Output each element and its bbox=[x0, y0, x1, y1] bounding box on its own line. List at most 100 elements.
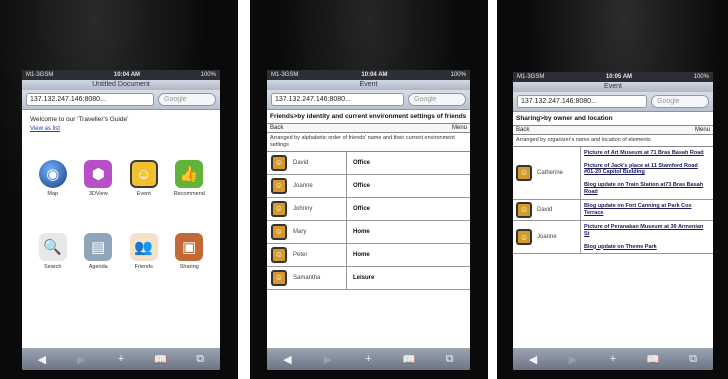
menu-link[interactable]: Menu bbox=[452, 125, 467, 131]
owner-group: ☺ Joanne Picture of Peranakan Museum at … bbox=[513, 220, 713, 255]
battery-label: 100% bbox=[200, 72, 216, 78]
phone-photo-sharing: M1-3GSM 10:05 AM 100% Event 137.132.247.… bbox=[497, 0, 728, 379]
url-field[interactable]: 137.132.247.146:8080... bbox=[26, 93, 154, 106]
add-icon[interactable]: + bbox=[603, 353, 623, 365]
sharing-icon: ▣ bbox=[175, 233, 204, 261]
menu-link[interactable]: Menu bbox=[695, 127, 710, 133]
friend-name: Samantha bbox=[287, 266, 347, 289]
app-grid: ◉ Map ⬢ 3DView ☺ Event 👍 Recommend 🔍 Sea… bbox=[30, 160, 212, 270]
clock: 10:04 AM bbox=[361, 72, 388, 78]
cube-icon: ⬢ bbox=[84, 160, 113, 188]
friend-environment: Office bbox=[353, 182, 371, 189]
url-field[interactable]: 137.132.247.146:8080... bbox=[271, 93, 404, 106]
back-arrow-icon[interactable]: ◀ bbox=[32, 353, 52, 366]
globe-icon: ◉ bbox=[38, 160, 67, 188]
shared-items: Picture of Peranakan Museum at 39 Armeni… bbox=[581, 221, 713, 254]
pages-icon[interactable]: ⧉ bbox=[440, 353, 460, 366]
forward-arrow-icon[interactable]: ▶ bbox=[71, 353, 91, 366]
back-arrow-icon[interactable]: ◀ bbox=[277, 353, 297, 366]
phone-photo-friends: M1-3GSM 10:04 AM 100% Event 137.132.247.… bbox=[250, 0, 488, 379]
battery-label: 100% bbox=[450, 72, 466, 78]
address-bar: 137.132.247.146:8080... Google bbox=[267, 90, 470, 110]
avatar-icon: ☺ bbox=[516, 201, 532, 218]
friend-row[interactable]: ☺ Samantha Leisure bbox=[267, 266, 470, 290]
back-arrow-icon[interactable]: ◀ bbox=[523, 353, 543, 366]
app-map[interactable]: ◉ Map bbox=[30, 160, 76, 197]
shared-item-link[interactable]: Blog update on Train Station at73 Bras B… bbox=[581, 179, 713, 199]
app-event[interactable]: ☺ Event bbox=[121, 160, 167, 197]
pages-icon[interactable]: ⧉ bbox=[683, 353, 703, 366]
url-field[interactable]: 137.132.247.146:8080... bbox=[517, 95, 647, 108]
app-label: Search bbox=[44, 264, 62, 270]
app-label: Recommend bbox=[173, 191, 205, 197]
carrier-label: M1-3GSM bbox=[517, 74, 545, 80]
friend-environment: Office bbox=[353, 159, 371, 166]
friends-icon: 👥 bbox=[129, 233, 158, 261]
app-agenda[interactable]: ▤ Agenda bbox=[76, 233, 122, 270]
bookmarks-icon[interactable]: 📖 bbox=[399, 353, 419, 366]
shared-item-link[interactable]: Picture of Peranakan Museum at 39 Armeni… bbox=[581, 221, 713, 241]
owner-cell: ☺ David bbox=[513, 200, 581, 220]
search-field[interactable]: Google bbox=[158, 93, 216, 106]
browser-toolbar: ◀ ▶ + 📖 ⧉ bbox=[513, 348, 713, 370]
clock: 10:04 AM bbox=[113, 72, 141, 78]
phone-screen: M1-3GSM 10:04 AM 100% Untitled Document … bbox=[22, 70, 220, 370]
carrier-label: M1-3GSM bbox=[271, 72, 299, 78]
friend-environment: Home bbox=[353, 251, 370, 258]
app-friends[interactable]: 👥 Friends bbox=[121, 233, 167, 270]
bookmarks-icon[interactable]: 📖 bbox=[151, 353, 171, 366]
friend-name: Joanne bbox=[287, 174, 347, 197]
avatar-icon: ☺ bbox=[271, 154, 287, 171]
shared-item-link[interactable]: Blog update on Fort Canning at Park Cox … bbox=[581, 200, 713, 220]
view-as-list-link[interactable]: View as list bbox=[22, 126, 220, 132]
page-title: Event bbox=[267, 80, 470, 90]
friend-environment: Leisure bbox=[353, 274, 375, 281]
carrier-label: M1-3GSM bbox=[26, 72, 54, 78]
app-label: Agenda bbox=[88, 264, 108, 270]
forward-arrow-icon[interactable]: ▶ bbox=[563, 353, 583, 366]
search-field[interactable]: Google bbox=[408, 93, 466, 106]
description: Arranged by organizer's name and locatio… bbox=[513, 135, 713, 147]
back-link[interactable]: Back bbox=[516, 127, 529, 133]
avatar-icon: ☺ bbox=[271, 269, 287, 286]
app-3dview[interactable]: ⬢ 3DView bbox=[76, 160, 122, 197]
browser-toolbar: ◀ ▶ + 📖 ⧉ bbox=[267, 348, 470, 370]
app-sharing[interactable]: ▣ Sharing bbox=[167, 233, 213, 270]
search-field[interactable]: Google bbox=[651, 95, 709, 108]
app-search[interactable]: 🔍 Search bbox=[30, 233, 76, 270]
page-title: Untitled Document bbox=[22, 80, 220, 90]
app-recommend[interactable]: 👍 Recommend bbox=[167, 160, 213, 197]
avatar-icon: ☺ bbox=[516, 229, 532, 246]
page-content: Welcome to our 'Traveller's Guide' View … bbox=[22, 110, 220, 348]
clock: 10:05 AM bbox=[605, 74, 633, 80]
friend-name: David bbox=[287, 151, 347, 174]
owner-name: Catherine bbox=[537, 169, 564, 176]
back-link[interactable]: Back bbox=[270, 125, 283, 131]
shared-item-link[interactable]: Picture of Jack's place at 11 Stamford R… bbox=[581, 160, 713, 180]
shared-item-link[interactable]: Picture of Art Museum at 71 Bras Basah R… bbox=[581, 147, 713, 160]
avatar-icon: ☺ bbox=[271, 246, 287, 263]
add-icon[interactable]: + bbox=[358, 353, 378, 365]
page-content: Sharing>by owner and location Back Menu … bbox=[513, 112, 713, 348]
friend-row[interactable]: ☺ Mary Home bbox=[267, 220, 470, 244]
shared-items: Blog update on Fort Canning at Park Cox … bbox=[581, 200, 713, 220]
friend-name: Mary bbox=[287, 220, 347, 243]
bookmarks-icon[interactable]: 📖 bbox=[643, 353, 663, 366]
nav-row: Back Menu bbox=[267, 122, 470, 133]
pages-icon[interactable]: ⧉ bbox=[190, 353, 210, 366]
friend-row[interactable]: ☺ David Office bbox=[267, 151, 470, 175]
avatar-icon: ☺ bbox=[271, 223, 287, 240]
friend-row[interactable]: ☺ Peter Home bbox=[267, 243, 470, 267]
address-bar: 137.132.247.146:8080... Google bbox=[22, 90, 220, 110]
friend-row[interactable]: ☺ Joanne Office bbox=[267, 174, 470, 198]
shared-item-link[interactable]: Blog update on Theme Park bbox=[581, 241, 713, 254]
add-icon[interactable]: + bbox=[111, 353, 131, 365]
browser-toolbar: ◀ ▶ + 📖 ⧉ bbox=[22, 348, 220, 370]
battery-label: 100% bbox=[693, 74, 709, 80]
friend-environment: Office bbox=[353, 205, 371, 212]
friend-row[interactable]: ☺ Johnny Office bbox=[267, 197, 470, 221]
page-content: Friends>by identity and current environm… bbox=[267, 110, 470, 348]
section-heading: Sharing>by owner and location bbox=[516, 115, 613, 122]
forward-arrow-icon[interactable]: ▶ bbox=[318, 353, 338, 366]
app-label: 3DView bbox=[88, 191, 108, 197]
